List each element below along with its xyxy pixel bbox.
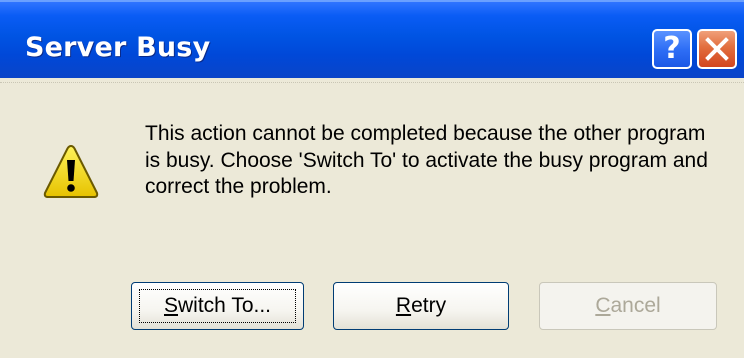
help-icon: ? (663, 31, 681, 66)
close-icon (705, 37, 729, 61)
cancel-button: Cancel (539, 282, 717, 330)
client-edge-divider (0, 82, 744, 87)
dialog-message: This action cannot be completed because … (145, 122, 708, 198)
retry-button[interactable]: Retry (333, 282, 509, 330)
switch-to-accelerator: S (164, 294, 179, 317)
retry-accelerator: R (395, 294, 412, 317)
switch-to-button[interactable]: Switch To... (131, 282, 304, 330)
close-button[interactable] (697, 29, 737, 69)
help-button[interactable]: ? (652, 29, 692, 69)
switch-to-label: witch To... (178, 294, 271, 317)
retry-label: etry (411, 294, 447, 317)
warning-icon (43, 145, 99, 198)
cancel-accelerator: C (595, 294, 611, 317)
cancel-label: ancel (610, 294, 661, 317)
title-bar[interactable]: Server Busy ? (0, 0, 744, 78)
server-busy-dialog: Server Busy ? This action cannot be comp… (0, 0, 744, 358)
window-title: Server Busy (25, 32, 211, 63)
